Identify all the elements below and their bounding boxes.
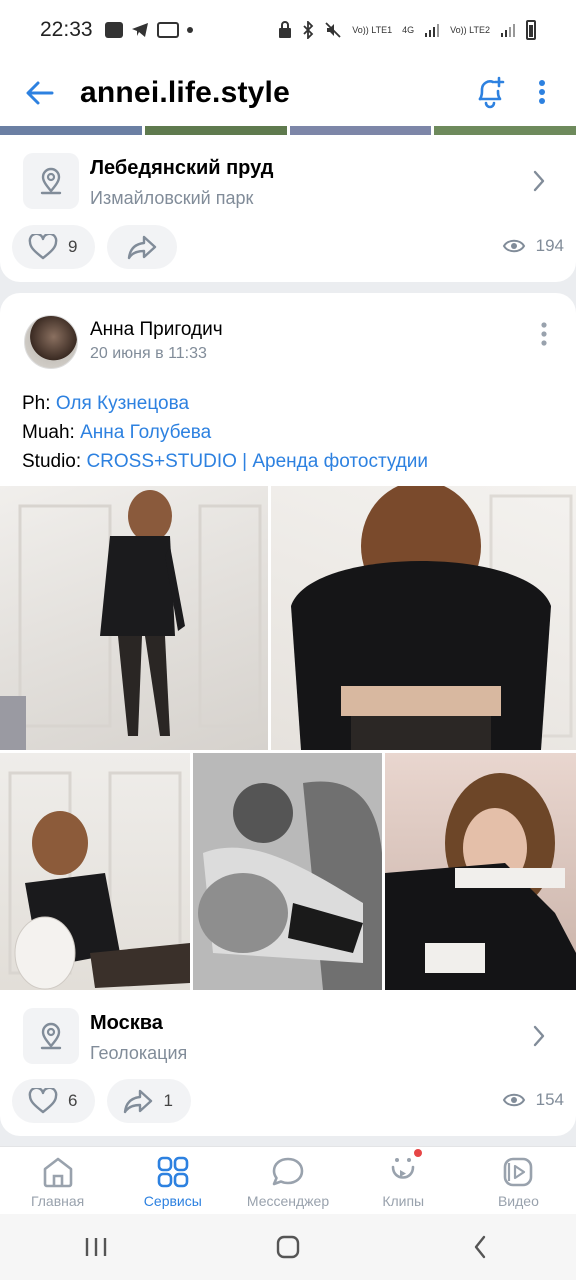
post-menu-button[interactable] [534,319,554,349]
mute-icon [325,22,341,38]
page-title: annei.life.style [80,76,290,109]
gallery-photo-1[interactable] [0,486,268,750]
like-button[interactable]: 9 [12,225,96,269]
status-bar: 22:33 Vo)) LTE1 4G Vo)) LTE2 [0,0,576,60]
makeup-artist-link[interactable]: Анна Голубева [80,422,211,443]
system-navigation-bar [0,1214,576,1280]
gallery-photo-3[interactable] [0,753,190,990]
credit-line: Muah: Анна Голубева [22,422,212,443]
home-button[interactable] [258,1222,318,1272]
sim2-label: Vo)) LTE2 [450,25,490,35]
telegram-notification-icon [131,23,148,37]
like-count: 6 [68,1091,78,1110]
chevron-left-icon [474,1235,486,1259]
nav-clips[interactable]: Клипы [346,1147,461,1214]
vk-notification-icon [104,22,123,38]
geo-link[interactable]: Москва Геолокация [0,1006,576,1066]
views-counter: 154 [502,1090,564,1110]
gallery-photo-5[interactable] [385,753,576,990]
post-text: Ph: Оля Кузнецова Muah: Анна Голубева St… [22,389,428,476]
back-button[interactable] [0,60,80,126]
place-title: Лебедянский пруд [90,157,274,179]
nav-video[interactable]: Видео [461,1147,576,1214]
arrow-left-icon [26,81,54,105]
recent-apps-button[interactable] [66,1222,126,1272]
previous-post-photo-strip[interactable] [0,126,576,135]
geo-title: Москва [90,1012,163,1034]
services-icon [157,1156,189,1188]
post-date[interactable]: 20 июня в 11:33 [90,345,207,363]
more-vertical-icon [541,322,547,346]
bottom-navigation: Главная Сервисы Мессенджер Клипы Видео [0,1146,576,1214]
more-notifications-icon [186,27,193,33]
subscribe-notifications-button[interactable] [468,70,512,114]
nav-home[interactable]: Главная [0,1147,115,1214]
eye-icon [502,1093,525,1107]
post-author[interactable]: Анна Пригодич [90,319,223,341]
gallery-photo-4[interactable] [193,753,382,990]
share-arrow-icon [128,235,157,260]
views-counter: 194 [502,236,564,256]
bluetooth-icon [303,21,314,39]
views-count: 154 [535,1090,564,1109]
share-count: 1 [163,1091,173,1110]
sim1-label: Vo)) LTE1 [352,25,393,35]
location-pin-icon [40,1022,62,1050]
notification-dot [413,1149,422,1157]
cast-notification-icon [156,22,179,38]
system-back-button[interactable] [450,1222,510,1272]
location-pin-icon [40,167,62,195]
more-menu-button[interactable] [524,70,560,114]
chevron-right-icon [533,170,545,192]
share-arrow-icon [124,1089,153,1114]
like-count: 9 [68,237,78,256]
studio-link[interactable]: CROSS+STUDIO | Аренда фотостудии [86,451,428,472]
views-count: 194 [535,236,564,255]
previous-post-card: Лебедянский пруд Измайловский парк 9 194 [0,126,576,282]
place-icon-box [23,1008,79,1064]
heart-icon [28,1088,58,1114]
video-icon [504,1157,533,1187]
lock-icon [279,21,292,38]
credit-line: Ph: Оля Кузнецова [22,393,190,414]
more-vertical-icon [539,80,545,104]
post-card: Анна Пригодич 20 июня в 11:33 Ph: Оля Ку… [0,293,576,1136]
nav-messenger-label: Мессенджер [246,1193,330,1209]
nav-services[interactable]: Сервисы [115,1147,230,1214]
place-link[interactable]: Лебедянский пруд Измайловский парк [0,151,576,211]
photo-gallery [0,486,576,990]
nav-messenger[interactable]: Мессенджер [230,1147,345,1214]
eye-icon [502,239,525,253]
signal-icon [425,24,440,37]
app-header: annei.life.style [0,60,576,126]
status-time: 22:33 [40,18,93,41]
nav-clips-label: Клипы [382,1193,425,1209]
home-icon [43,1157,72,1188]
geo-subtitle: Геолокация [90,1043,188,1063]
nav-video-label: Видео [497,1193,539,1209]
recents-icon [85,1238,107,1256]
bell-plus-icon [478,76,505,109]
heart-icon [28,234,58,260]
photographer-link[interactable]: Оля Кузнецова [56,393,189,414]
place-subtitle: Измайловский парк [90,188,254,208]
network-type: 4G [402,25,415,35]
home-square-icon [276,1235,300,1259]
clips-icon [391,1158,415,1179]
place-icon-box [23,153,79,209]
like-button[interactable]: 6 [12,1079,96,1123]
share-button[interactable]: 1 [107,1079,191,1123]
gallery-photo-2[interactable] [271,486,576,750]
credit-line: Studio: CROSS+STUDIO | Аренда фотостудии [22,451,429,472]
signal2-icon [501,24,515,37]
messenger-icon [272,1157,304,1186]
battery-icon [526,20,536,40]
nav-home-label: Главная [30,1193,85,1209]
avatar[interactable] [24,315,78,369]
share-button[interactable] [107,225,178,269]
nav-services-label: Сервисы [143,1193,202,1209]
chevron-right-icon [533,1025,545,1047]
